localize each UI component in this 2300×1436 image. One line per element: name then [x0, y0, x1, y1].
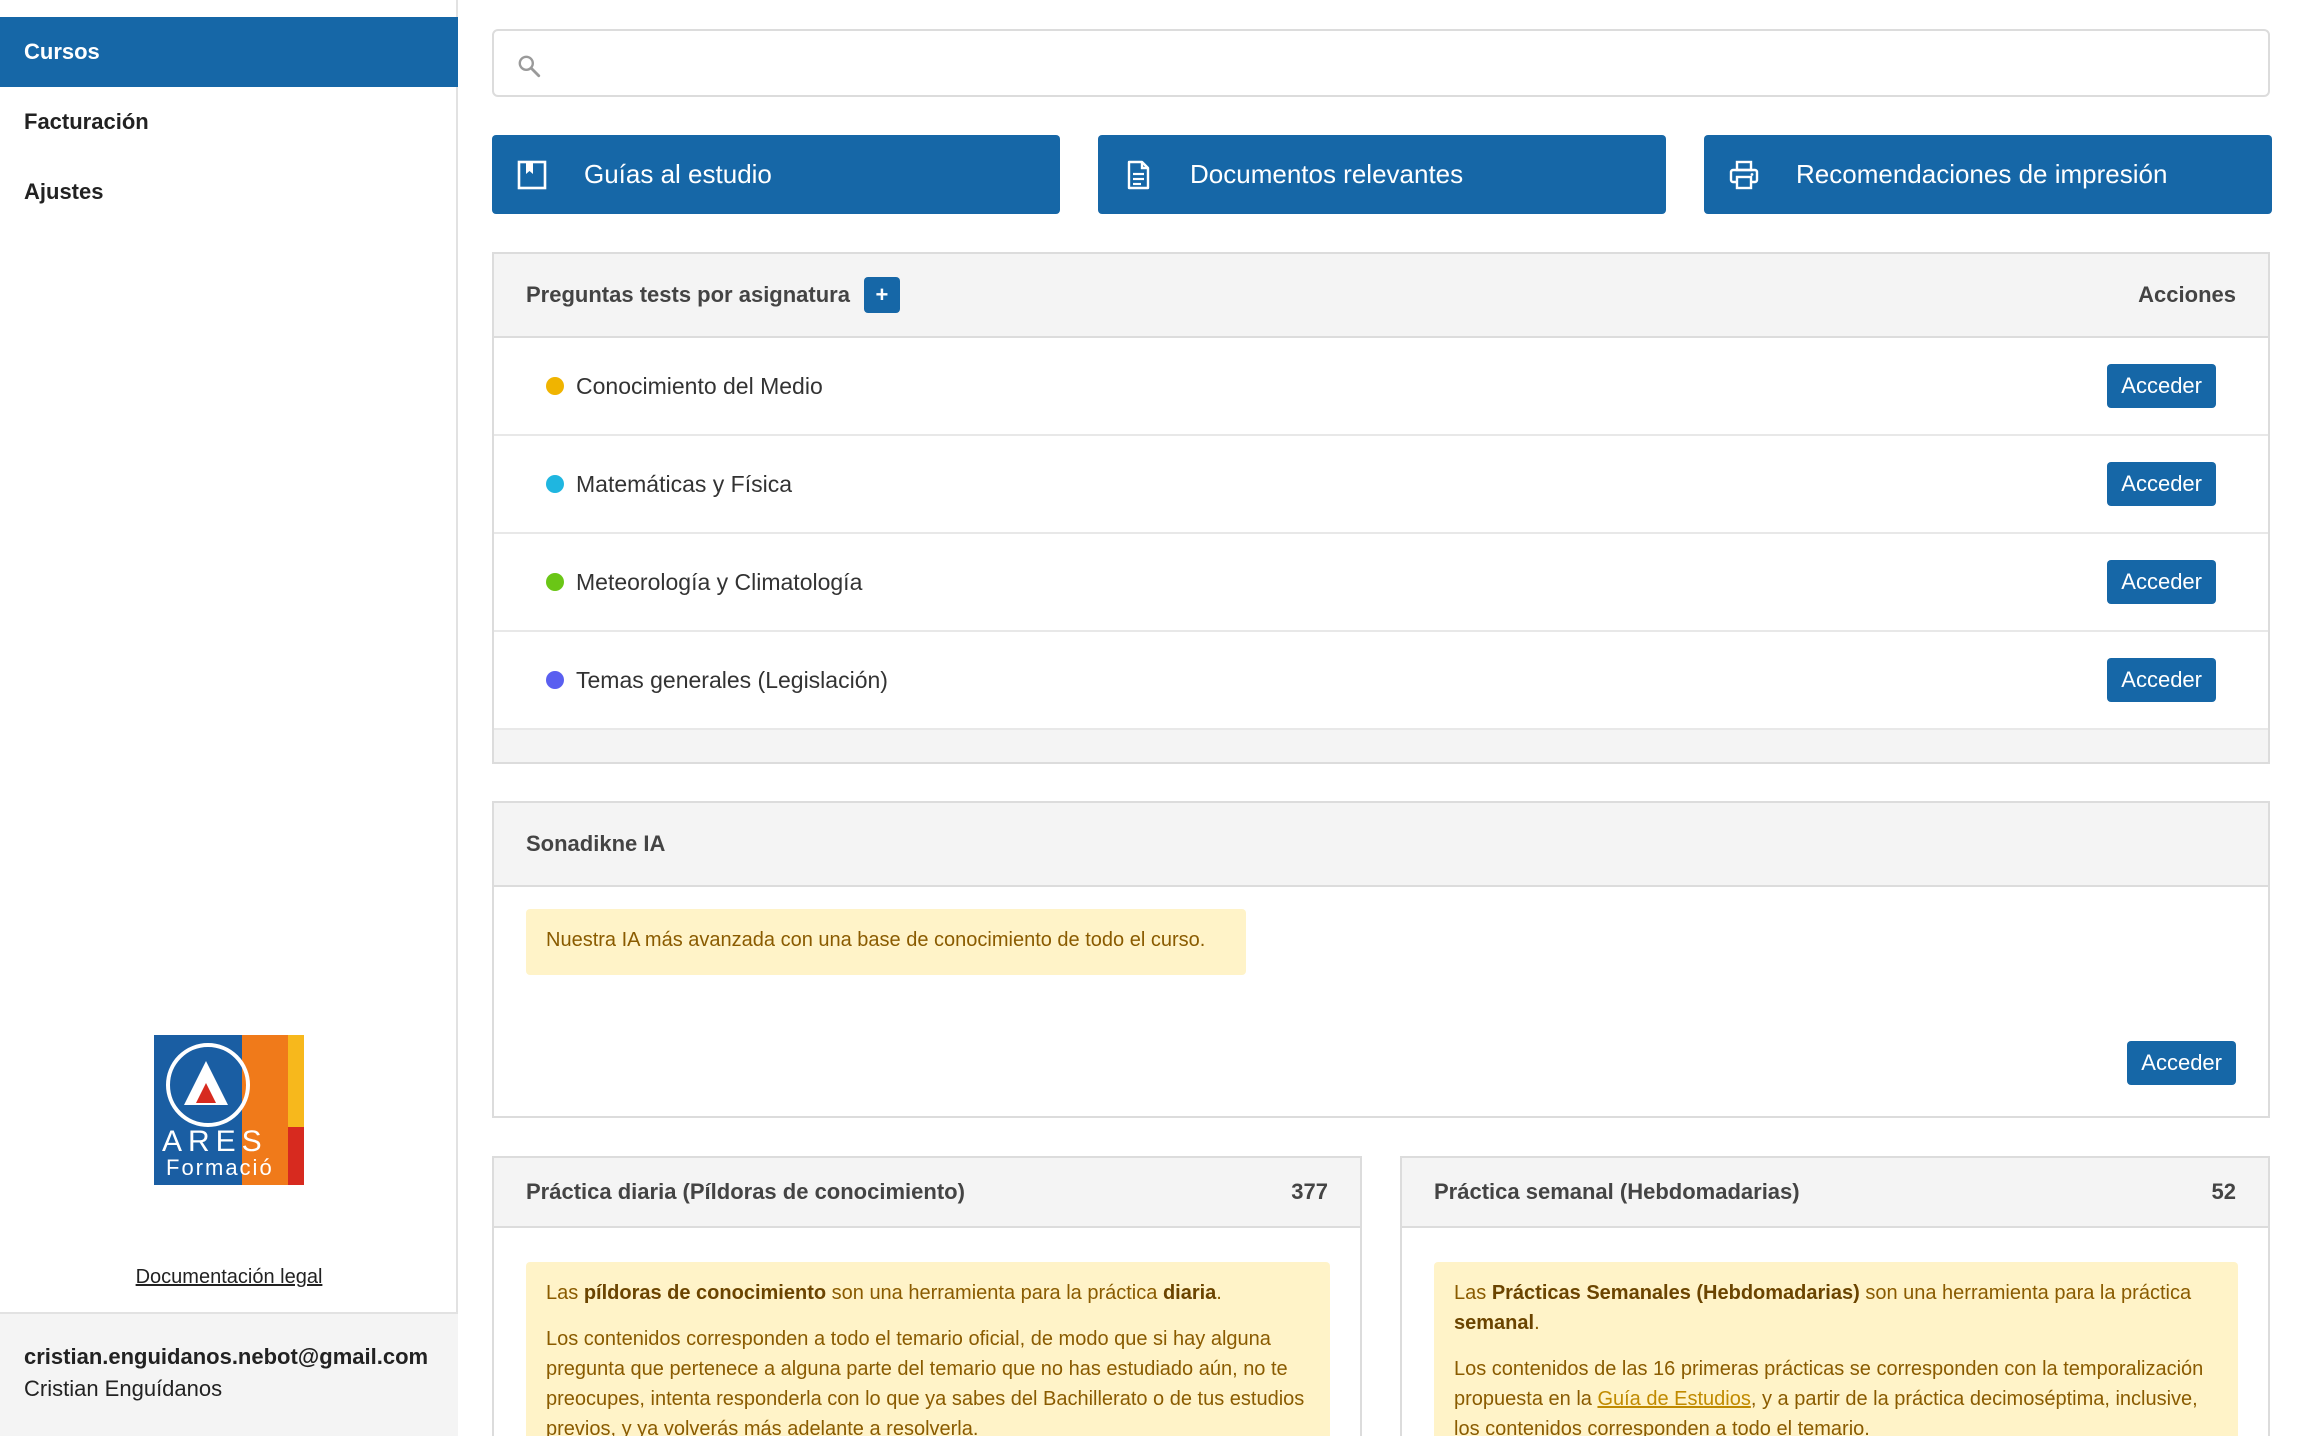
access-button[interactable]: Acceder	[2107, 364, 2216, 408]
daily-info-p2: Los contenidos corresponden a todo el te…	[546, 1328, 1305, 1436]
ia-access-button[interactable]: Acceder	[2127, 1041, 2236, 1085]
logo-word: ARES	[162, 1125, 268, 1158]
weekly-info-box: Las Prácticas Semanales (Hebdomadarias) …	[1434, 1262, 2238, 1436]
table-row: Temas generales (Legislación) Acceder	[494, 632, 2268, 730]
legal-docs-link[interactable]: Documentación legal	[0, 1266, 458, 1289]
relevant-documents-label: Documentos relevantes	[1190, 159, 1464, 189]
weekly-card-header: Práctica semanal (Hebdomadarias) 52	[1402, 1158, 2268, 1228]
book-icon	[517, 160, 547, 190]
logo-red-block	[288, 1127, 304, 1185]
subject-name: Meteorología y Climatología	[576, 568, 863, 595]
logo-triangle-inner	[196, 1083, 216, 1103]
daily-card-count: 377	[1291, 1179, 1328, 1204]
access-button[interactable]: Acceder	[2107, 560, 2216, 604]
logo-subword: Formació	[166, 1155, 274, 1180]
study-guide-link[interactable]: Guía de Estudios	[1597, 1388, 1750, 1410]
ares-logo: ARES Formació	[154, 1035, 304, 1185]
subject-name: Conocimiento del Medio	[576, 372, 823, 399]
study-guides-label: Guías al estudio	[584, 159, 772, 189]
access-button[interactable]: Acceder	[2107, 462, 2216, 506]
sidebar-nav: Cursos Facturación Ajustes	[0, 17, 458, 227]
user-email: cristian.enguidanos.nebot@gmail.com	[24, 1344, 429, 1369]
daily-info-p1: Las píldoras de conocimiento son una her…	[546, 1282, 1222, 1304]
ia-card: Sonadikne IA Nuestra IA más avanzada con…	[492, 801, 2270, 1118]
sidebar-item-ajustes[interactable]: Ajustes	[0, 157, 458, 227]
ia-card-title: Sonadikne IA	[526, 831, 666, 856]
print-recommendations-button[interactable]: Recomendaciones de impresión	[1704, 135, 2272, 214]
weekly-card-count: 52	[2211, 1179, 2236, 1204]
document-icon	[1127, 160, 1150, 190]
table-row: Conocimiento del Medio Acceder	[494, 338, 2268, 436]
subject-color-dot	[546, 475, 564, 493]
tests-card-header: Preguntas tests por asignatura + Accione…	[494, 254, 2268, 338]
daily-info-box: Las píldoras de conocimiento son una her…	[526, 1262, 1330, 1436]
relevant-documents-button[interactable]: Documentos relevantes	[1098, 135, 1666, 214]
weekly-info-p2: Los contenidos de las 16 primeras prácti…	[1454, 1358, 2204, 1436]
ia-info-box: Nuestra IA más avanzada con una base de …	[526, 909, 1246, 975]
main-content: Guías al estudio Documentos relevantes R…	[458, 0, 2300, 1436]
add-subject-button[interactable]: +	[863, 277, 900, 313]
tests-card-footer	[494, 730, 2268, 762]
weekly-card-title: Práctica semanal (Hebdomadarias)	[1434, 1179, 1800, 1204]
subject-name: Matemáticas y Física	[576, 470, 792, 497]
user-panel[interactable]: cristian.enguidanos.nebot@gmail.com Cris…	[0, 1312, 458, 1436]
subject-color-dot	[546, 671, 564, 689]
print-recommendations-label: Recomendaciones de impresión	[1796, 159, 2168, 189]
study-guides-button[interactable]: Guías al estudio	[492, 135, 1060, 214]
actions-column-header: Acciones	[2138, 282, 2236, 307]
sidebar-item-cursos[interactable]: Cursos	[0, 17, 458, 87]
search-input[interactable]	[558, 39, 2248, 87]
subject-color-dot	[546, 573, 564, 591]
user-name: Cristian Enguídanos	[24, 1376, 223, 1401]
daily-card-header: Práctica diaria (Píldoras de conocimient…	[494, 1158, 1360, 1228]
daily-practice-card: Práctica diaria (Píldoras de conocimient…	[492, 1156, 1362, 1436]
access-button[interactable]: Acceder	[2107, 658, 2216, 702]
tests-card-title: Preguntas tests por asignatura	[526, 282, 850, 307]
ia-card-header: Sonadikne IA	[494, 803, 2268, 887]
sidebar-item-facturacion[interactable]: Facturación	[0, 87, 458, 157]
tests-by-subject-card: Preguntas tests por asignatura + Accione…	[492, 252, 2270, 764]
search-icon	[518, 55, 541, 78]
subject-color-dot	[546, 377, 564, 395]
search-box[interactable]	[492, 29, 2270, 97]
weekly-practice-card: Práctica semanal (Hebdomadarias) 52 Las …	[1400, 1156, 2270, 1436]
weekly-info-p1: Las Prácticas Semanales (Hebdomadarias) …	[1454, 1282, 2192, 1334]
daily-card-title: Práctica diaria (Píldoras de conocimient…	[526, 1179, 965, 1204]
printer-icon	[1729, 160, 1759, 190]
sidebar: Cursos Facturación Ajustes ARES Formació…	[0, 0, 458, 1436]
table-row: Matemáticas y Física Acceder	[494, 436, 2268, 534]
logo-yellow-block	[288, 1035, 304, 1127]
subject-name: Temas generales (Legislación)	[576, 666, 888, 693]
table-row: Meteorología y Climatología Acceder	[494, 534, 2268, 632]
